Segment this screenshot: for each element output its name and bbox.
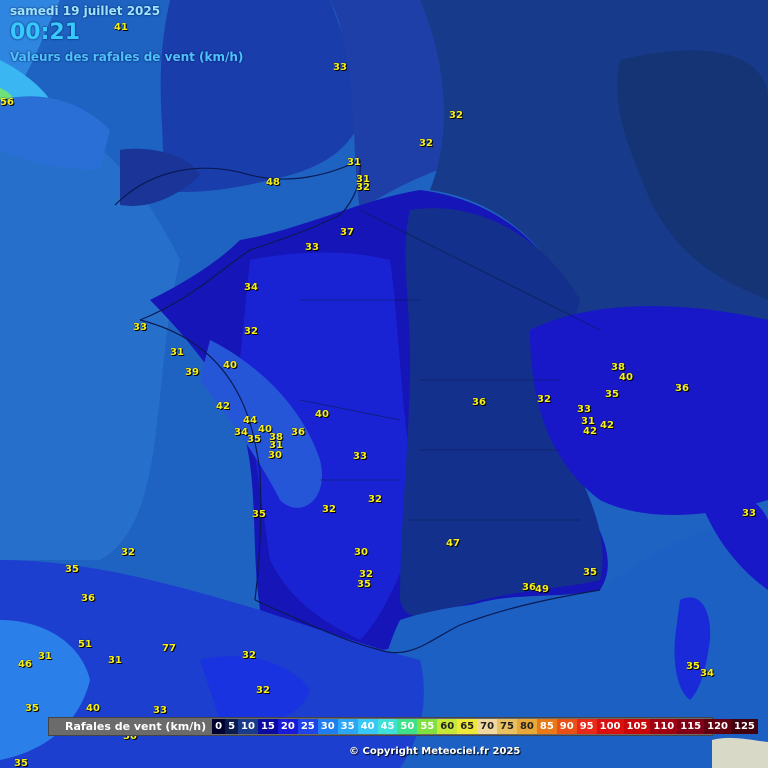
gust-value-label: 32 xyxy=(256,685,270,696)
legend-swatch: 20 xyxy=(277,719,298,734)
gust-value-label: 33 xyxy=(577,404,591,415)
gust-value-label: 32 xyxy=(419,138,433,149)
gust-value-label: 36 xyxy=(291,427,305,438)
gust-value-label: 34 xyxy=(244,282,258,293)
gust-value-label: 40 xyxy=(223,360,237,371)
gust-value-label: 37 xyxy=(340,227,354,238)
gust-value-label: 56 xyxy=(0,97,14,108)
legend-swatch: 0 xyxy=(212,719,226,734)
gust-value-label: 33 xyxy=(353,451,367,462)
legend-swatch: 80 xyxy=(516,719,537,734)
gust-value-label: 32 xyxy=(537,394,551,405)
gust-value-label: 32 xyxy=(244,326,258,337)
gust-value-label: 35 xyxy=(252,509,266,520)
gust-value-label: 35 xyxy=(65,564,79,575)
legend-swatch: 15 xyxy=(257,719,278,734)
gust-value-label: 36 xyxy=(472,397,486,408)
gust-value-label: 40 xyxy=(86,703,100,714)
legend-swatch: 75 xyxy=(497,719,517,734)
gust-value-label: 31 xyxy=(347,157,361,168)
legend-swatch: 30 xyxy=(317,719,338,734)
legend-swatch: 5 xyxy=(225,719,239,734)
legend-swatch: 115 xyxy=(677,719,705,734)
legend-swatch: 125 xyxy=(731,719,758,734)
gust-value-label: 31 xyxy=(108,655,122,666)
gust-value-label: 47 xyxy=(446,538,460,549)
gust-value-label: 36 xyxy=(81,593,95,604)
legend-swatch: 25 xyxy=(297,719,318,734)
legend-swatch: 70 xyxy=(477,719,498,734)
gust-value-label: 32 xyxy=(242,650,256,661)
gust-value-label: 44 xyxy=(243,415,257,426)
gust-value-label: 35 xyxy=(686,661,700,672)
legend-swatches: 0 5 10 15 20 25 30 35 40 45 50 55 60 65 70 75 80 85 90 95 10… xyxy=(212,719,758,734)
gust-value-label: 32 xyxy=(368,494,382,505)
gust-value-label: 48 xyxy=(266,177,280,188)
gust-value-label: 51 xyxy=(78,639,92,650)
map-subtitle: Valeurs des rafales de vent (km/h) xyxy=(10,50,244,64)
legend-swatch: 55 xyxy=(417,719,438,734)
gust-value-label: 34 xyxy=(234,427,248,438)
gust-value-label: 46 xyxy=(18,659,32,670)
gust-value-label: 33 xyxy=(133,322,147,333)
gust-value-label: 33 xyxy=(305,242,319,253)
gust-value-label: 40 xyxy=(619,372,633,383)
legend-swatch: 60 xyxy=(437,719,458,734)
gust-value-label: 32 xyxy=(322,504,336,515)
gust-value-label: 34 xyxy=(700,668,714,679)
gust-value-label: 31 xyxy=(170,347,184,358)
gust-value-label: 36 xyxy=(675,383,689,394)
gust-value-label: 32 xyxy=(356,182,370,193)
legend-swatch: 110 xyxy=(650,719,678,734)
legend-swatch: 10 xyxy=(238,719,258,734)
gust-value-label: 32 xyxy=(121,547,135,558)
gust-value-label: 35 xyxy=(357,579,371,590)
gust-value-label: 36 xyxy=(522,582,536,593)
gust-value-label: 32 xyxy=(449,110,463,121)
wind-gust-map: samedi 19 juillet 2025 00:21 Valeurs des… xyxy=(0,0,768,768)
legend-swatch: 35 xyxy=(337,719,358,734)
gust-value-label: 49 xyxy=(535,584,549,595)
gust-value-label: 35 xyxy=(605,389,619,400)
gust-value-label: 39 xyxy=(185,367,199,378)
legend-title: Rafales de vent (km/h) xyxy=(65,720,207,733)
legend-swatch: 50 xyxy=(397,719,418,734)
gust-value-label: 41 xyxy=(114,22,128,33)
gust-value-label: 35 xyxy=(583,567,597,578)
gust-value-label: 42 xyxy=(216,401,230,412)
gust-value-label: 35 xyxy=(14,758,28,768)
map-background xyxy=(0,0,768,768)
gust-value-label: 33 xyxy=(333,62,347,73)
legend-swatch: 85 xyxy=(536,719,557,734)
legend-swatch: 90 xyxy=(556,719,577,734)
gust-value-label: 33 xyxy=(153,705,167,716)
copyright-notice: © Copyright Meteociel.fr 2025 xyxy=(349,746,521,757)
gust-value-label: 77 xyxy=(162,643,176,654)
legend-swatch: 45 xyxy=(377,719,398,734)
gust-value-label: 31 xyxy=(38,651,52,662)
gust-value-label: 35 xyxy=(247,434,261,445)
legend-swatch: 95 xyxy=(576,719,597,734)
forecast-date: samedi 19 juillet 2025 xyxy=(10,4,161,18)
color-legend: Rafales de vent (km/h) 0 5 10 15 20 25 30 35 40 4… xyxy=(48,717,758,736)
legend-swatch: 120 xyxy=(704,719,732,734)
legend-swatch: 105 xyxy=(623,719,651,734)
legend-swatch: 65 xyxy=(457,719,478,734)
gust-value-label: 35 xyxy=(25,703,39,714)
gust-value-label: 42 xyxy=(583,426,597,437)
gust-value-label: 30 xyxy=(354,547,368,558)
legend-swatch: 100 xyxy=(596,719,624,734)
forecast-time: 00:21 xyxy=(10,20,81,45)
gust-value-label: 30 xyxy=(268,450,282,461)
gust-value-label: 33 xyxy=(742,508,756,519)
gust-value-label: 40 xyxy=(315,409,329,420)
legend-swatch: 40 xyxy=(357,719,378,734)
gust-value-label: 42 xyxy=(600,420,614,431)
sardinia-edge xyxy=(712,737,768,768)
